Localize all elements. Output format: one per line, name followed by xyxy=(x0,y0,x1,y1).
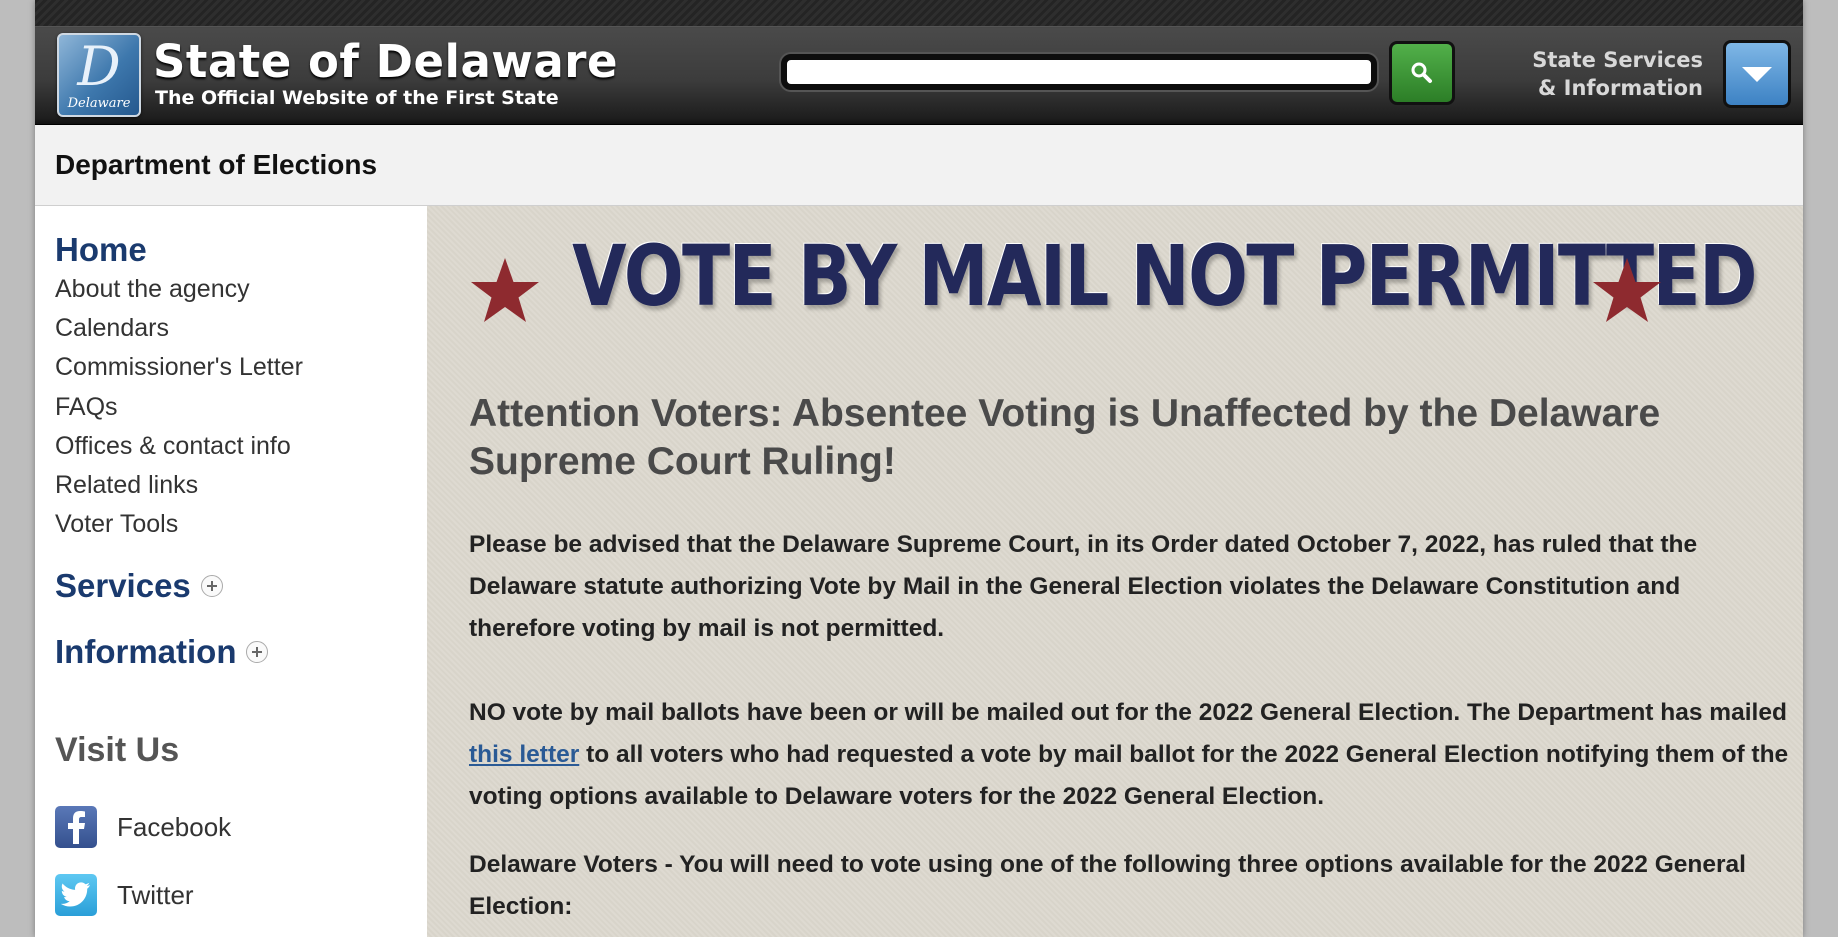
facebook-label: Facebook xyxy=(117,811,232,842)
sidebar-section-services[interactable]: Services xyxy=(55,566,223,606)
expand-plus-icon[interactable] xyxy=(200,575,223,597)
logo-letter: D xyxy=(77,35,121,98)
paragraph-text: NO vote by mail ballots have been or wil… xyxy=(469,699,1787,726)
sidebar-item-about[interactable]: About the agency xyxy=(55,274,250,304)
vote-by-mail-banner: VOTE BY MAIL NOT PERMITTED xyxy=(427,220,1803,330)
site-subtitle: The Official Website of the First State xyxy=(155,87,559,109)
attention-heading: Attention Voters: Absentee Voting is Una… xyxy=(469,392,1661,483)
twitter-link[interactable]: Twitter xyxy=(55,874,194,916)
sidebar-section-information[interactable]: Information xyxy=(55,632,269,672)
twitter-icon xyxy=(55,874,97,916)
page: D Delaware State of Delaware The Officia… xyxy=(35,0,1803,937)
star-icon xyxy=(471,258,539,322)
department-bar: Department of Elections xyxy=(35,125,1803,206)
sidebar-item-home[interactable]: Home xyxy=(55,230,147,270)
chevron-down-icon xyxy=(1742,67,1772,82)
voting-options-paragraph: Delaware Voters - You will need to vote … xyxy=(469,851,1746,920)
search-input[interactable] xyxy=(781,54,1377,90)
services-label-line2: & Information xyxy=(1538,76,1703,100)
state-services-label[interactable]: State Services & Information xyxy=(1519,46,1703,102)
sidebar-item-related-links[interactable]: Related links xyxy=(55,470,198,500)
sidebar-item-commissioners-letter[interactable]: Commissioner's Letter xyxy=(55,352,303,382)
search-button[interactable] xyxy=(1389,41,1455,105)
expand-plus-icon[interactable] xyxy=(246,641,269,663)
sidebar-item-offices[interactable]: Offices & contact info xyxy=(55,431,291,461)
ruling-paragraph: Please be advised that the Delaware Supr… xyxy=(469,531,1698,642)
no-ballots-paragraph: NO vote by mail ballots have been or wil… xyxy=(469,692,1789,818)
services-label-line1: State Services xyxy=(1532,48,1703,72)
twitter-label: Twitter xyxy=(117,879,194,910)
this-letter-link[interactable]: this letter xyxy=(469,741,579,768)
state-services-dropdown-button[interactable] xyxy=(1723,40,1791,108)
department-title[interactable]: Department of Elections xyxy=(55,125,377,205)
star-icon xyxy=(1593,258,1661,322)
delaware-logo[interactable]: D Delaware xyxy=(57,33,141,117)
site-header: D Delaware State of Delaware The Officia… xyxy=(35,0,1803,125)
paragraph-text: to all voters who had requested a vote b… xyxy=(469,741,1789,810)
services-section-label: Services xyxy=(55,567,191,604)
facebook-icon xyxy=(55,806,97,848)
sidebar-item-calendars[interactable]: Calendars xyxy=(55,313,169,343)
logo-caption: Delaware xyxy=(67,96,131,111)
top-strip xyxy=(35,0,1803,27)
sidebar-item-voter-tools[interactable]: Voter Tools xyxy=(55,509,178,539)
site-title[interactable]: State of Delaware xyxy=(153,36,618,88)
visit-us-heading: Visit Us xyxy=(55,731,180,769)
sidebar: Home About the agency Calendars Commissi… xyxy=(35,206,429,937)
facebook-link[interactable]: Facebook xyxy=(55,806,231,848)
information-section-label: Information xyxy=(55,633,237,670)
banner-title: VOTE BY MAIL NOT PERMITTED xyxy=(572,227,1758,325)
search-icon xyxy=(1411,62,1432,83)
main-content: VOTE BY MAIL NOT PERMITTED Attention Vot… xyxy=(427,206,1803,937)
sidebar-item-faqs[interactable]: FAQs xyxy=(55,392,118,422)
